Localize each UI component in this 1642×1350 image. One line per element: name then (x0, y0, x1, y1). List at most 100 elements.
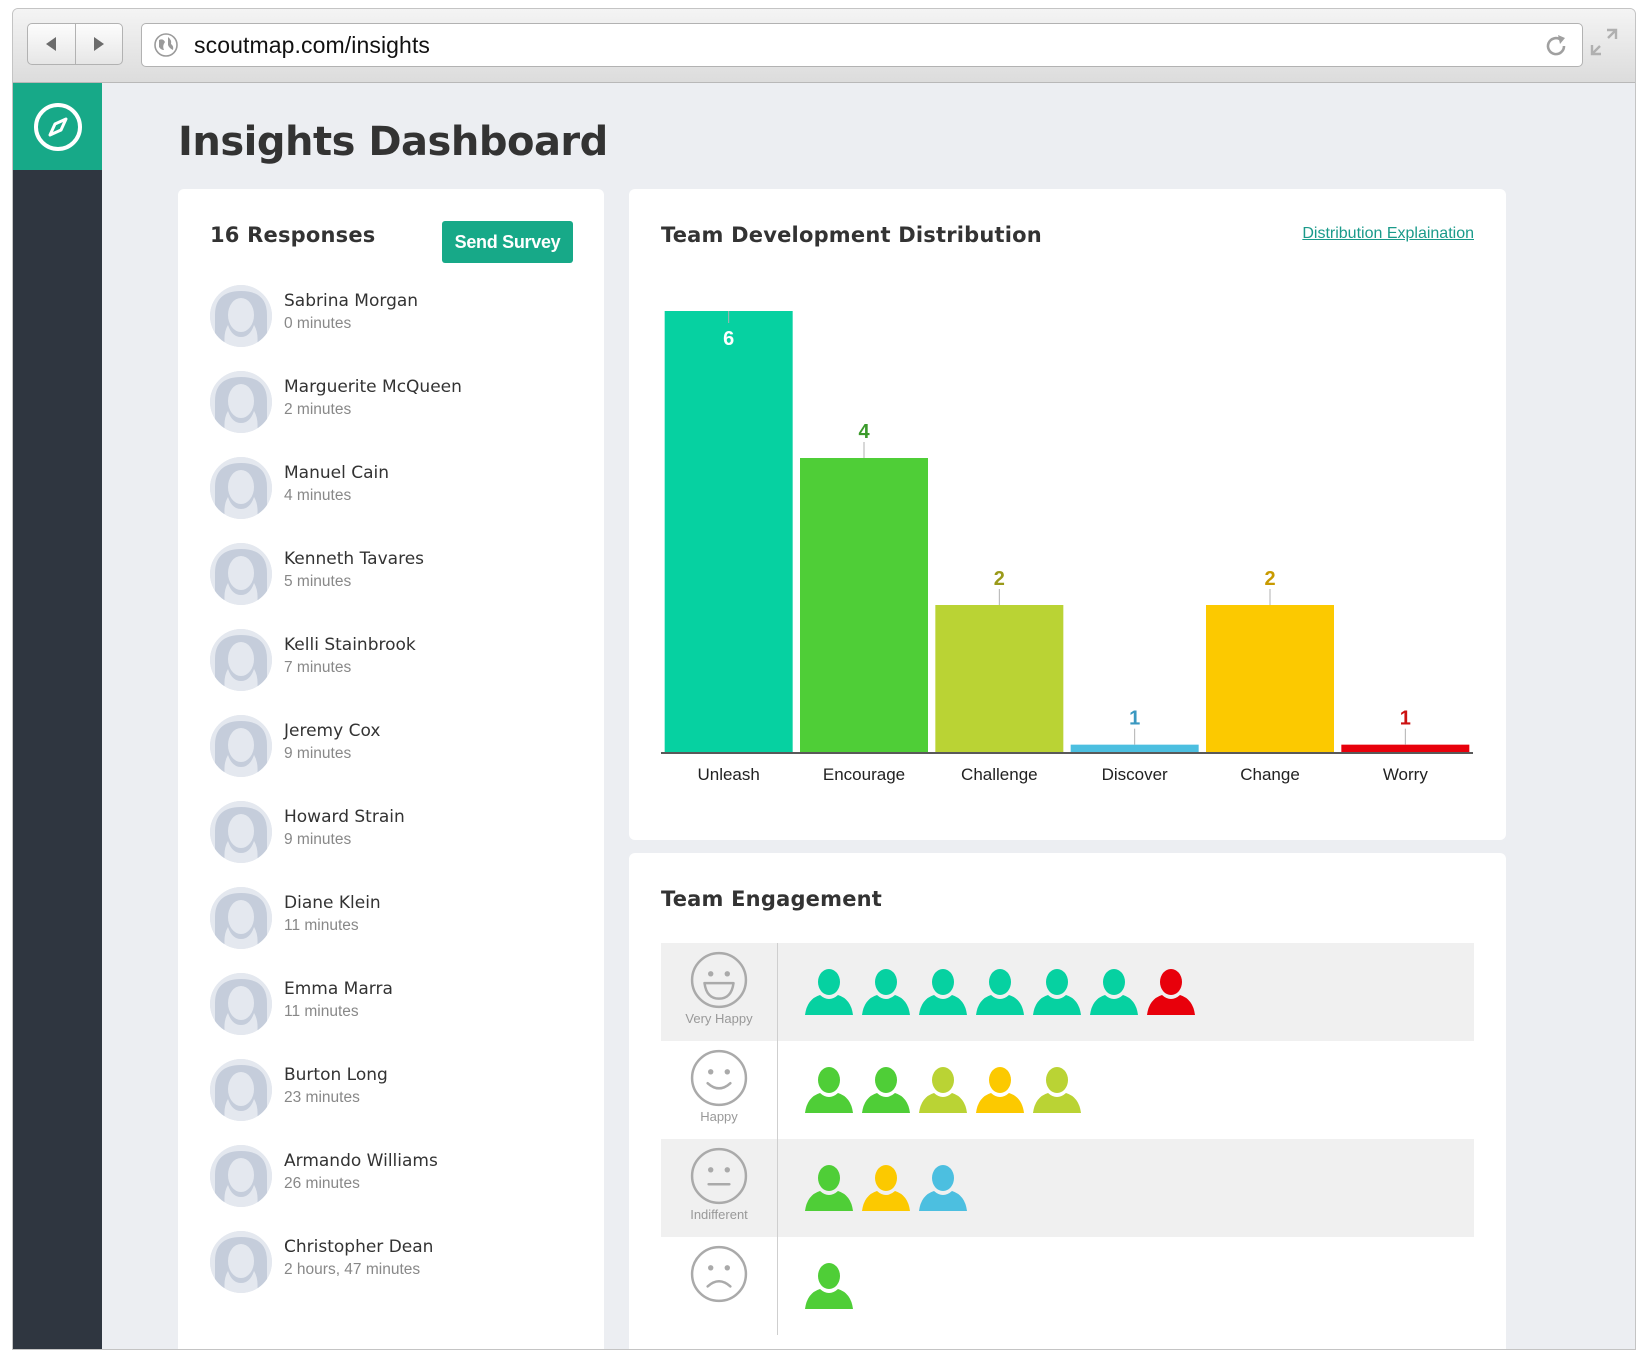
response-name: Christopher Dean (284, 1237, 434, 1257)
row-divider (777, 1139, 778, 1237)
user-silhouette-icon (210, 1145, 272, 1207)
browser-toolbar: scoutmap.com/insights (13, 9, 1635, 83)
person-icon[interactable] (972, 965, 1028, 1021)
person-icon[interactable] (915, 1063, 971, 1119)
back-arrow-icon (46, 37, 57, 51)
nav-buttons (27, 23, 123, 65)
person-icon[interactable] (801, 1161, 857, 1217)
person-icon[interactable] (1086, 965, 1142, 1021)
person-icon[interactable] (915, 1161, 971, 1217)
response-item[interactable]: Burton Long 23 minutes (210, 1059, 590, 1145)
person-icon[interactable] (915, 965, 971, 1021)
response-name: Kenneth Tavares (284, 549, 425, 569)
engagement-table: Very Happy Happy Indifferent (661, 943, 1474, 1335)
user-silhouette-icon (210, 371, 272, 433)
response-name: Manuel Cain (284, 463, 390, 483)
people-group (801, 1063, 1086, 1119)
response-item[interactable]: Christopher Dean 2 hours, 47 minutes (210, 1231, 590, 1317)
bar-change (1206, 605, 1334, 752)
forward-arrow-icon (93, 37, 104, 51)
engagement-row: Very Happy (661, 943, 1474, 1041)
row-divider (777, 1237, 778, 1335)
address-bar[interactable]: scoutmap.com/insights (141, 23, 1583, 67)
bar-worry (1341, 744, 1470, 752)
person-icon[interactable] (1143, 965, 1199, 1021)
bar-challenge (935, 605, 1064, 752)
person-icon[interactable] (801, 965, 857, 1021)
response-item[interactable]: Armando Williams 26 minutes (210, 1145, 590, 1231)
engagement-card: Team Engagement Very Happy Happy Indiffere… (629, 853, 1506, 1349)
response-item[interactable]: Diane Klein 11 minutes (210, 887, 590, 973)
avatar (210, 715, 272, 777)
row-divider (777, 943, 778, 1041)
engagement-row: Happy (661, 1041, 1474, 1139)
send-survey-button[interactable]: Send Survey (442, 221, 573, 263)
category-label: Encourage (823, 765, 905, 784)
app-logo[interactable] (13, 83, 102, 170)
person-icon[interactable] (858, 1161, 914, 1217)
url-text: scoutmap.com/insights (194, 31, 431, 58)
user-silhouette-icon (210, 285, 272, 347)
compass-icon (33, 102, 82, 151)
avatar (210, 457, 272, 519)
response-time: 11 minutes (284, 917, 359, 934)
person-icon[interactable] (858, 1063, 914, 1119)
person-icon[interactable] (801, 1259, 857, 1315)
response-item[interactable]: Kelli Stainbrook 7 minutes (210, 629, 590, 715)
bar-unleash (664, 311, 793, 752)
category-label: Discover (1102, 765, 1168, 784)
response-item[interactable]: Jeremy Cox 9 minutes (210, 715, 590, 801)
bar-value-label: 4 (858, 421, 870, 443)
avatar (210, 543, 272, 605)
mood-label: Indifferent (690, 1207, 748, 1222)
person-icon[interactable] (1029, 965, 1085, 1021)
person-icon[interactable] (1029, 1063, 1085, 1119)
response-item[interactable]: Emma Marra 11 minutes (210, 973, 590, 1059)
mood-cell (661, 1237, 777, 1335)
mood-cell: Happy (661, 1041, 777, 1139)
response-name: Armando Williams (284, 1151, 438, 1171)
person-icon[interactable] (801, 1063, 857, 1119)
avatar (210, 1145, 272, 1207)
category-label: Change (1240, 765, 1300, 784)
bar-value-label: 1 (1129, 708, 1140, 730)
avatar (210, 371, 272, 433)
app-sidebar (13, 83, 102, 1349)
avatar (210, 285, 272, 347)
back-button[interactable] (28, 24, 75, 64)
reload-icon[interactable] (1542, 32, 1570, 65)
people-group (801, 1161, 972, 1217)
response-time: 9 minutes (284, 745, 352, 762)
response-name: Burton Long (284, 1065, 388, 1085)
response-name: Kelli Stainbrook (284, 635, 416, 655)
avatar (210, 1059, 272, 1121)
response-item[interactable]: Sabrina Morgan 0 minutes (210, 285, 590, 371)
user-silhouette-icon (210, 1231, 272, 1293)
browser-window: scoutmap.com/insights Insights Dashboard (12, 8, 1636, 1350)
mood-cell: Indifferent (661, 1139, 777, 1237)
response-time: 7 minutes (284, 659, 352, 676)
person-icon[interactable] (972, 1063, 1028, 1119)
responses-list: Sabrina Morgan 0 minutes Marguerite McQuee… (210, 285, 590, 1317)
response-time: 23 minutes (284, 1089, 360, 1106)
bar-discover (1070, 744, 1199, 752)
response-time: 0 minutes (284, 315, 352, 332)
response-time: 4 minutes (284, 487, 352, 504)
response-name: Diane Klein (284, 893, 381, 913)
response-item[interactable]: Marguerite McQueen 2 minutes (210, 371, 590, 457)
response-time: 2 hours, 47 minutes (284, 1261, 421, 1278)
bar-value-label: 1 (1400, 708, 1411, 730)
category-label: Unleash (697, 765, 759, 784)
person-icon[interactable] (858, 965, 914, 1021)
engagement-title: Team Engagement (661, 887, 883, 911)
response-item[interactable]: Howard Strain 9 minutes (210, 801, 590, 887)
response-time: 9 minutes (284, 831, 352, 848)
response-time: 11 minutes (284, 1003, 359, 1020)
response-item[interactable]: Manuel Cain 4 minutes (210, 457, 590, 543)
forward-button[interactable] (74, 24, 123, 64)
response-item[interactable]: Kenneth Tavares 5 minutes (210, 543, 590, 629)
avatar (210, 887, 272, 949)
avatar (210, 1231, 272, 1293)
response-time: 2 minutes (284, 401, 352, 418)
fullscreen-icon[interactable] (1589, 27, 1619, 62)
